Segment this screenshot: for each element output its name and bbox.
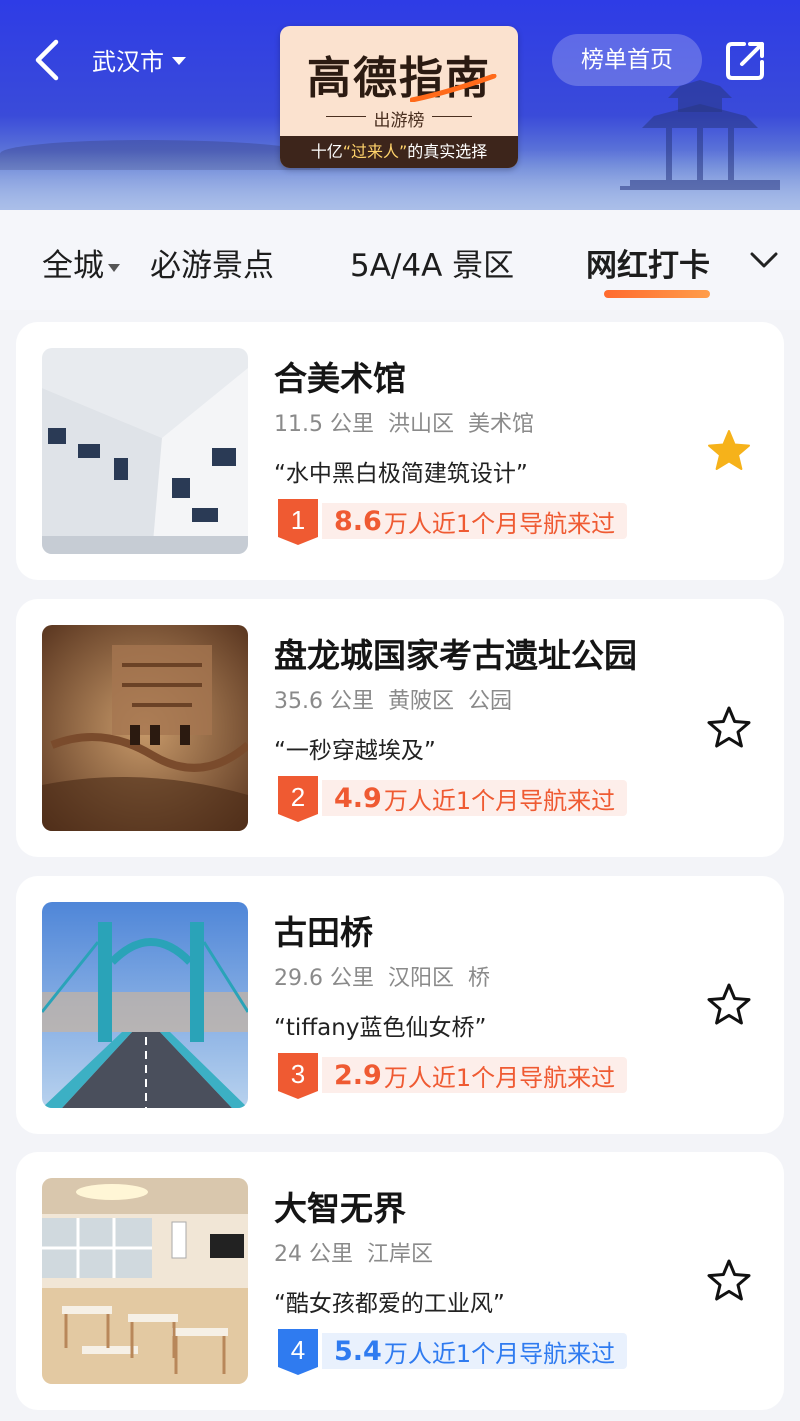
- place-thumbnail: [42, 1178, 248, 1384]
- visit-count-suffix: 万人近1个月导航来过: [383, 1063, 616, 1092]
- visit-count-number: 8.6: [334, 505, 382, 537]
- tab-city-filter[interactable]: 全城: [42, 240, 120, 285]
- place-name: 古田桥: [274, 913, 373, 952]
- place-quote: “水中黑白极简建筑设计”: [274, 461, 528, 487]
- tab-scroll-fade: [720, 210, 750, 300]
- place-meta: 11.5 公里 洪山区 美术馆: [274, 406, 534, 438]
- place-meta: 29.6 公里 汉阳区 桥: [274, 960, 490, 992]
- place-category: 公园: [468, 689, 513, 714]
- place-distance: 29.6 公里: [274, 966, 374, 991]
- place-card[interactable]: 古田桥 29.6 公里 汉阳区 桥 “tiffany蓝色仙女桥” 3 2.9 万人…: [16, 876, 784, 1134]
- visit-count: 5.4 万人近1个月导航来过: [322, 1333, 628, 1369]
- rank-number: 2: [291, 782, 305, 812]
- star-outline-icon[interactable]: [706, 705, 752, 751]
- pavilion-silhouette: [620, 80, 780, 190]
- rank-row: 4 5.4 万人近1个月导航来过: [274, 1329, 628, 1375]
- place-thumbnail: [42, 902, 248, 1108]
- tab-must-visit[interactable]: 必游景点: [150, 240, 274, 285]
- tab-trending[interactable]: 网红打卡: [586, 240, 710, 285]
- logo-tagline: 十亿“过来人”的真实选择: [280, 136, 518, 168]
- visit-count-suffix: 万人近1个月导航来过: [383, 786, 616, 815]
- tab-5a-4a[interactable]: 5A/4A 景区: [350, 240, 514, 285]
- place-quote: “tiffany蓝色仙女桥”: [274, 1015, 487, 1041]
- place-card[interactable]: 大智无界 24 公里 江岸区 “酷女孩都爱的工业风” 4 5.4 万人近1个月导航…: [16, 1152, 784, 1410]
- rank-badge-icon: 4: [278, 1329, 318, 1375]
- visit-count-number: 2.9: [334, 1059, 382, 1091]
- visit-count-number: 4.9: [334, 782, 382, 814]
- place-name: 盘龙城国家考古遗址公园: [274, 636, 637, 675]
- visit-count-number: 5.4: [334, 1335, 382, 1367]
- rank-row: 1 8.6 万人近1个月导航来过: [274, 499, 628, 545]
- chevron-down-icon[interactable]: [748, 246, 780, 274]
- star-outline-icon[interactable]: [706, 982, 752, 1028]
- place-quote: “酷女孩都爱的工业风”: [274, 1291, 505, 1317]
- place-district: 洪山区: [387, 412, 454, 437]
- place-name: 合美术馆: [274, 359, 406, 398]
- place-district: 黄陂区: [387, 689, 454, 714]
- tagline-suffix: 的真实选择: [407, 142, 488, 161]
- star-outline-icon[interactable]: [706, 1258, 752, 1304]
- rank-badge-icon: 2: [278, 776, 318, 822]
- place-distance: 35.6 公里: [274, 689, 374, 714]
- place-meta: 35.6 公里 黄陂区 公园: [274, 683, 512, 715]
- rank-number: 3: [291, 1059, 305, 1089]
- rank-row: 2 4.9 万人近1个月导航来过: [274, 776, 628, 822]
- star-filled-icon[interactable]: [706, 428, 752, 474]
- place-card[interactable]: 合美术馆 11.5 公里 洪山区 美术馆 “水中黑白极简建筑设计” 1 8.6 万…: [16, 322, 784, 580]
- swoosh-icon: [410, 74, 497, 102]
- logo-subtitle: 出游榜: [373, 111, 425, 131]
- rank-number: 4: [291, 1335, 305, 1365]
- divider-line: [432, 116, 472, 117]
- back-arrow-icon[interactable]: [26, 34, 70, 86]
- place-card[interactable]: 盘龙城国家考古遗址公园 35.6 公里 黄陂区 公园 “一秒穿越埃及” 2 4.…: [16, 599, 784, 857]
- guide-logo: 高德指南 出游榜 十亿“过来人”的真实选择: [280, 26, 518, 168]
- city-label: 武汉市: [92, 48, 164, 76]
- visit-count: 8.6 万人近1个月导航来过: [322, 503, 628, 539]
- place-meta: 24 公里 江岸区: [274, 1236, 433, 1268]
- active-tab-indicator: [604, 290, 710, 298]
- place-category: 桥: [468, 966, 491, 991]
- share-icon[interactable]: [722, 36, 770, 84]
- visit-count: 2.9 万人近1个月导航来过: [322, 1057, 628, 1093]
- place-name: 大智无界: [274, 1189, 406, 1228]
- visit-count: 4.9 万人近1个月导航来过: [322, 780, 628, 816]
- tagline-highlight: “过来人”: [342, 142, 408, 161]
- place-thumbnail: [42, 348, 248, 554]
- caret-down-icon: [108, 263, 120, 272]
- rank-badge-icon: 3: [278, 1053, 318, 1099]
- visit-count-suffix: 万人近1个月导航来过: [383, 1339, 616, 1368]
- city-selector[interactable]: 武汉市: [92, 42, 186, 77]
- place-district: 江岸区: [367, 1242, 434, 1267]
- tab-label: 全城: [42, 248, 104, 284]
- ranking-home-button[interactable]: 榜单首页: [552, 34, 702, 86]
- caret-down-icon: [172, 57, 186, 65]
- rank-number: 1: [291, 505, 305, 535]
- place-quote: “一秒穿越埃及”: [274, 738, 436, 764]
- place-category: 美术馆: [468, 412, 535, 437]
- place-district: 汉阳区: [387, 966, 454, 991]
- category-tabs: 全城 必游景点 5A/4A 景区 网红打卡: [0, 210, 800, 310]
- tagline-prefix: 十亿: [310, 142, 343, 161]
- rank-badge-icon: 1: [278, 499, 318, 545]
- place-distance: 11.5 公里: [274, 412, 374, 437]
- place-distance: 24 公里: [274, 1242, 353, 1267]
- visit-count-suffix: 万人近1个月导航来过: [383, 509, 616, 538]
- rank-row: 3 2.9 万人近1个月导航来过: [274, 1053, 628, 1099]
- place-thumbnail: [42, 625, 248, 831]
